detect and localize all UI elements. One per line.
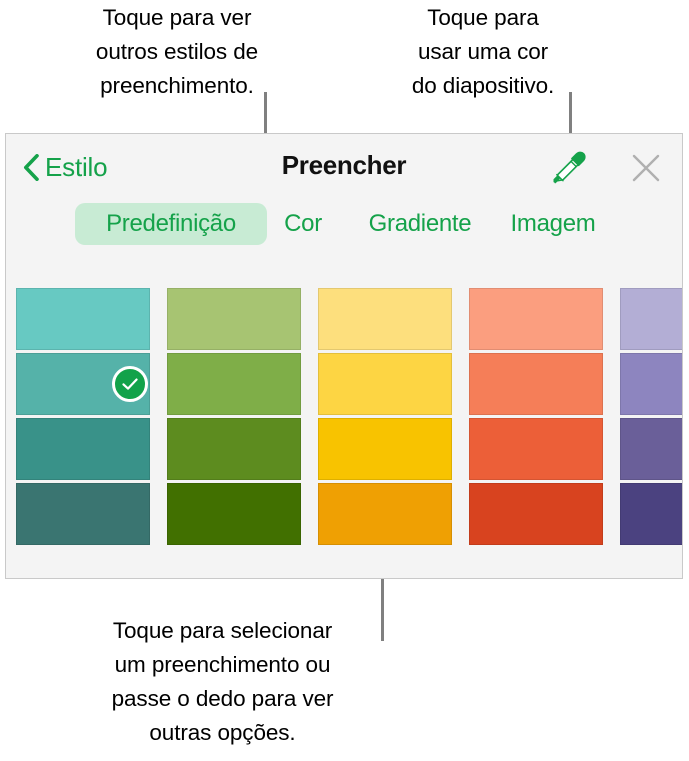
swatch-teal-2[interactable]	[16, 353, 150, 415]
tab-gradiente[interactable]: Gradiente	[354, 203, 486, 245]
fill-type-tab-bar: Predefinição Cor Gradiente Imagem	[6, 200, 682, 252]
swatch-purple-2[interactable]	[620, 353, 682, 415]
tab-cor[interactable]: Cor	[272, 203, 334, 245]
eyedropper-icon	[545, 150, 587, 186]
swatch-column-green	[167, 288, 301, 548]
swatch-green-3[interactable]	[167, 418, 301, 480]
swatch-yellow-4[interactable]	[318, 483, 452, 545]
fill-popover-panel: Estilo Preencher Predefinição Cor Gradie…	[5, 133, 683, 579]
close-button[interactable]	[626, 150, 666, 186]
swatch-yellow-3[interactable]	[318, 418, 452, 480]
swatch-teal-1[interactable]	[16, 288, 150, 350]
swatch-purple-1[interactable]	[620, 288, 682, 350]
swatch-green-1[interactable]	[167, 288, 301, 350]
swatch-orange-3[interactable]	[469, 418, 603, 480]
callout-text-slide-color: Toque para usar uma cor do diapositivo.	[411, 5, 555, 98]
swatch-yellow-2[interactable]	[318, 353, 452, 415]
swatch-orange-2[interactable]	[469, 353, 603, 415]
swatch-teal-4[interactable]	[16, 483, 150, 545]
tab-imagem[interactable]: Imagem	[498, 203, 608, 245]
close-icon	[626, 150, 666, 186]
swatch-green-2[interactable]	[167, 353, 301, 415]
swatch-orange-4[interactable]	[469, 483, 603, 545]
preset-swatch-grid	[6, 282, 682, 550]
swatch-column-teal	[16, 288, 150, 548]
swatch-purple-4[interactable]	[620, 483, 682, 545]
tab-predefini-o[interactable]: Predefinição	[75, 203, 267, 245]
callout-text-select-fill: Toque para selecionar um preenchimento o…	[111, 618, 334, 745]
swatch-green-4[interactable]	[167, 483, 301, 545]
swatch-orange-1[interactable]	[469, 288, 603, 350]
swatch-column-yellow	[318, 288, 452, 548]
swatch-purple-3[interactable]	[620, 418, 682, 480]
eyedropper-button[interactable]	[545, 150, 587, 186]
swatch-teal-3[interactable]	[16, 418, 150, 480]
callout-text-fill-styles: Toque para ver outros estilos de preench…	[95, 5, 259, 98]
swatch-column-purple	[620, 288, 682, 548]
swatch-column-orange	[469, 288, 603, 548]
swatch-yellow-1[interactable]	[318, 288, 452, 350]
popover-navigation-bar: Estilo Preencher	[6, 134, 682, 199]
